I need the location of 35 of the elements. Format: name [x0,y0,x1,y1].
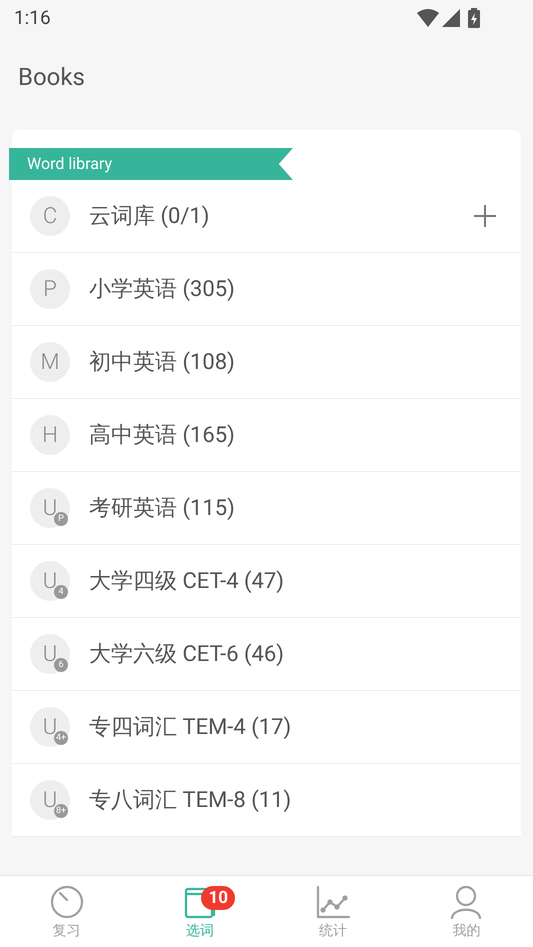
book-title: 考研英语 (115) [89,494,236,522]
level-badge: 6 [54,658,68,672]
book-title: 大学六级 CET-6 (46) [89,640,285,668]
battery-icon [467,8,481,28]
level-badge: 8+ [54,804,68,818]
book-title: 专四词汇 TEM-4 (17) [89,714,292,742]
level-badge: P [54,512,68,526]
book-title: 高中英语 (165) [89,422,236,450]
book-title: 云词库 (0/1) [89,202,210,230]
book-row[interactable]: C 云词库 (0/1) [12,180,521,253]
book-title: 初中英语 (108) [89,348,236,376]
book-title: 小学英语 (305) [89,276,236,304]
page-title: Books [18,62,85,93]
level-badge: 4+ [54,731,68,745]
book-row[interactable]: M 初中英语 (108) [12,326,521,399]
book-title: 专八词汇 TEM-8 (11) [89,786,292,814]
book-avatar: P [30,269,70,309]
book-avatar: C [30,196,70,236]
count-badge: 10 [201,886,236,910]
book-title: 大学四级 CET-4 (47) [89,568,285,596]
book-avatar: H [30,415,70,455]
book-row[interactable]: P 小学英语 (305) [12,253,521,326]
person-icon [449,885,484,919]
nav-tab[interactable]: 选词 10 [133,876,266,947]
wifi-icon [417,9,439,27]
section-ribbon: Word library [9,148,293,180]
level-badge: 4 [54,585,68,599]
book-row[interactable]: H 高中英语 (165) [12,399,521,472]
book-avatar: M [30,342,70,382]
status-time: 1:16 [14,4,51,31]
add-button[interactable] [471,202,499,230]
plus-icon [473,204,497,228]
signal-icon [442,9,460,27]
gauge-icon [50,885,84,919]
line-chart-icon [316,885,350,919]
